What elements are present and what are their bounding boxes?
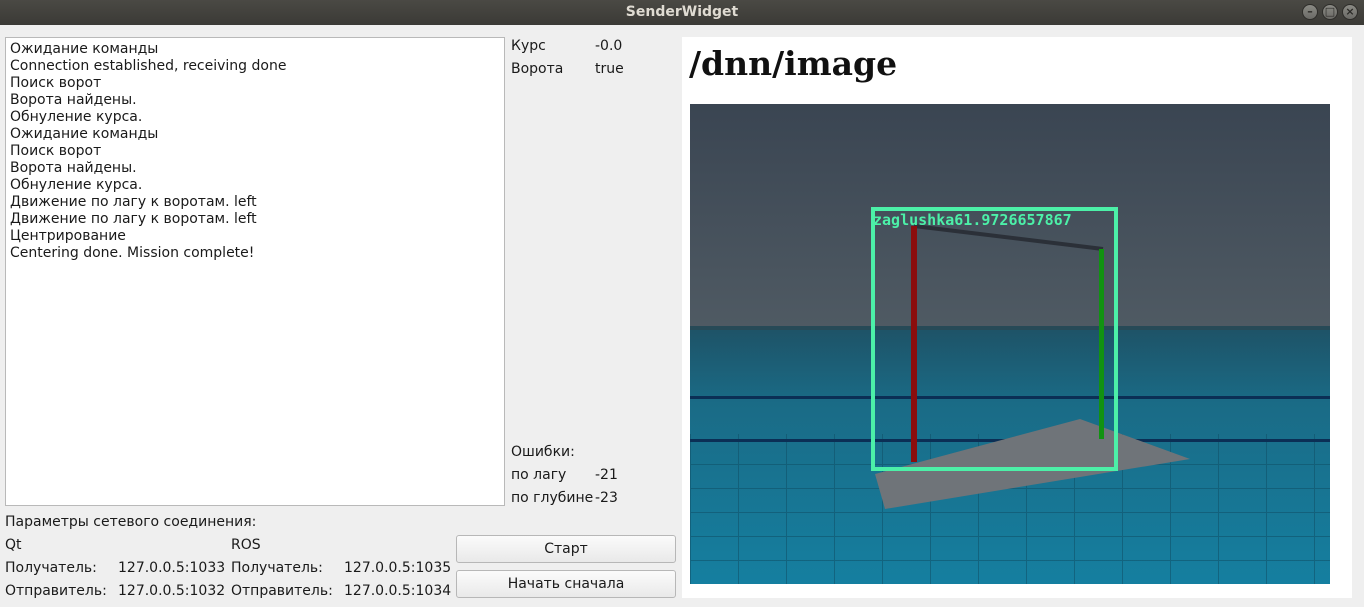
log-line: Ворота найдены.: [10, 160, 137, 176]
restart-button[interactable]: Начать сначала: [456, 570, 676, 598]
log-line: Connection established, receiving done: [10, 58, 287, 74]
ros-sender-value: 127.0.0.5:1034: [344, 583, 452, 599]
ros-header: ROS: [231, 537, 261, 553]
log-line: Движение по лагу к воротам. left: [10, 194, 257, 210]
gates-label: Ворота: [511, 61, 564, 77]
log-textbox[interactable]: Ожидание команды Connection established, …: [5, 37, 505, 506]
start-button[interactable]: Старт: [456, 535, 676, 563]
qt-header: Qt: [5, 537, 22, 553]
minimize-icon[interactable]: –: [1302, 4, 1318, 20]
lag-error-label: по лагу: [511, 467, 567, 483]
log-line: Ожидание команды: [10, 41, 159, 57]
log-line: Ворота найдены.: [10, 92, 137, 108]
maximize-icon[interactable]: □: [1322, 4, 1338, 20]
course-value: -0.0: [595, 38, 623, 54]
ros-receiver-value: 127.0.0.5:1035: [344, 560, 452, 576]
gates-value: true: [595, 61, 624, 77]
depth-error-label: по глубине: [511, 490, 594, 506]
log-line: Поиск ворот: [10, 75, 102, 91]
ros-sender-label: Отправитель:: [231, 583, 333, 599]
qt-receiver-label: Получатель:: [5, 560, 97, 576]
qt-sender-label: Отправитель:: [5, 583, 107, 599]
background-scene: [690, 104, 1330, 584]
qt-receiver-value: 127.0.0.5:1033: [118, 560, 226, 576]
ros-receiver-label: Получатель:: [231, 560, 323, 576]
lag-error-value: -21: [595, 467, 618, 483]
course-label: Курс: [511, 38, 546, 54]
window-titlebar: SenderWidget – □ ×: [0, 0, 1364, 25]
errors-label: Ошибки:: [511, 444, 575, 460]
qt-sender-value: 127.0.0.5:1032: [118, 583, 226, 599]
log-line: Centering done. Mission complete!: [10, 245, 255, 261]
log-line: Ожидание команды: [10, 126, 159, 142]
network-params-title: Параметры сетевого соединения:: [5, 514, 257, 530]
log-line: Поиск ворот: [10, 143, 102, 159]
log-line: Движение по лагу к воротам. left: [10, 211, 257, 227]
depth-error-value: -23: [595, 490, 618, 506]
image-topic-title: /dnn/image: [689, 44, 898, 83]
log-line: Обнуление курса.: [10, 177, 143, 193]
log-line: Центрирование: [10, 228, 126, 244]
detection-label: zaglushka61.9726657867: [873, 211, 1072, 229]
camera-image: zaglushka61.9726657867: [690, 104, 1330, 584]
window-title: SenderWidget: [625, 4, 739, 20]
close-icon[interactable]: ×: [1342, 4, 1358, 20]
log-line: Обнуление курса.: [10, 109, 143, 125]
